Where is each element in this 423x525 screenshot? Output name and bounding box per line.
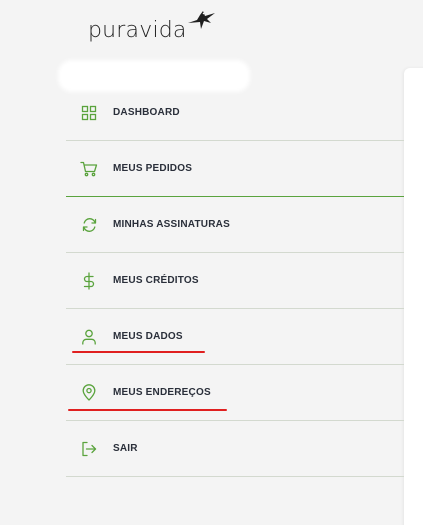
user-icon xyxy=(80,328,98,346)
hummingbird-icon xyxy=(187,11,215,29)
menu-item-label: MEUS PEDIDOS xyxy=(113,163,193,174)
account-page: puravida DASHBOARD MEUS PEDIDOS MINHAS A… xyxy=(0,0,423,525)
menu-item-label: MINHAS ASSINATURAS xyxy=(113,219,230,230)
map-pin-icon xyxy=(80,384,98,402)
menu-item-label: SAIR xyxy=(113,443,138,454)
highlight-underline-meus-enderecos xyxy=(68,409,227,411)
menu-item-meus-creditos[interactable]: MEUS CRÉDITOS xyxy=(66,253,404,309)
menu-item-label: DASHBOARD xyxy=(113,107,180,118)
menu-item-sair[interactable]: SAIR xyxy=(66,421,404,477)
logout-icon xyxy=(80,440,98,458)
menu-item-label: MEUS ENDEREÇOS xyxy=(113,387,211,398)
brand-logo[interactable]: puravida xyxy=(88,8,217,44)
menu-item-label: MEUS CRÉDITOS xyxy=(113,275,199,286)
menu-item-meus-enderecos[interactable]: MEUS ENDEREÇOS xyxy=(66,365,404,421)
menu-item-label: MEUS DADOS xyxy=(113,331,183,342)
dollar-icon xyxy=(80,271,98,290)
grid-icon xyxy=(80,104,98,122)
cart-icon xyxy=(80,160,98,178)
refresh-icon xyxy=(80,216,98,234)
menu-item-meus-dados[interactable]: MEUS DADOS xyxy=(66,309,404,365)
brand-name: puravida xyxy=(88,17,187,43)
menu-item-dashboard[interactable]: DASHBOARD xyxy=(66,85,404,141)
menu-item-minhas-assinaturas[interactable]: MINHAS ASSINATURAS xyxy=(66,197,404,253)
content-panel xyxy=(404,68,423,525)
account-menu: DASHBOARD MEUS PEDIDOS MINHAS ASSINATURA… xyxy=(66,85,404,477)
highlight-underline-meus-dados xyxy=(72,351,205,353)
menu-item-meus-pedidos[interactable]: MEUS PEDIDOS xyxy=(66,141,404,197)
